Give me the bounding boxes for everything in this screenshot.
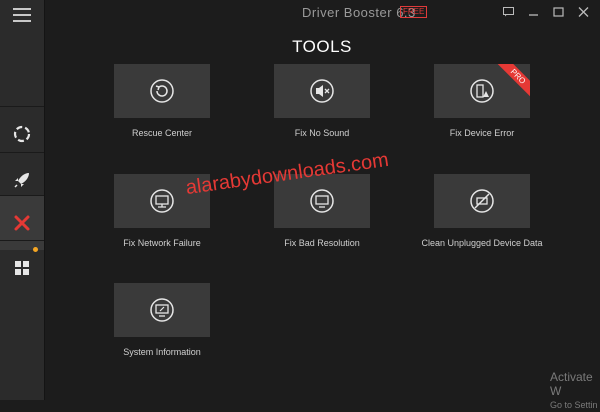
tool-label: Clean Unplugged Device Data xyxy=(421,238,543,248)
menu-icon[interactable] xyxy=(13,8,31,22)
activation-line2: Go to Settin xyxy=(550,400,598,410)
tool-label: System Information xyxy=(123,347,201,357)
page-title: TOOLS xyxy=(292,37,352,56)
grid-icon xyxy=(15,261,29,275)
tool-fix-device-error[interactable]: PRO Fix Device Error xyxy=(402,64,562,138)
lifebuoy-icon xyxy=(13,125,31,143)
tool-clean-unplugged-device-data[interactable]: Clean Unplugged Device Data xyxy=(402,174,562,248)
sidebar xyxy=(0,0,45,400)
minimize-icon[interactable] xyxy=(526,5,540,19)
tool-rescue-center[interactable]: Rescue Center xyxy=(82,64,242,138)
tool-tile[interactable] xyxy=(114,64,210,118)
tool-system-information[interactable]: System Information xyxy=(82,283,242,357)
maximize-icon[interactable] xyxy=(551,5,565,19)
notification-dot xyxy=(33,247,38,252)
network-icon xyxy=(150,189,174,213)
tool-label: Fix No Sound xyxy=(294,128,350,138)
unplugged-icon xyxy=(470,189,494,213)
windows-activation-notice: Activate W Go to Settin xyxy=(550,370,600,412)
monitor-icon xyxy=(310,189,334,213)
speaker-mute-icon xyxy=(310,79,334,103)
tool-tile[interactable] xyxy=(114,283,210,337)
sidebar-item-action-center[interactable] xyxy=(0,240,44,295)
tool-fix-no-sound[interactable]: Fix No Sound xyxy=(242,64,402,138)
tool-label: Fix Network Failure xyxy=(123,238,201,248)
feedback-icon[interactable] xyxy=(501,5,515,19)
title-bar: Driver Booster 6.3 FREE xyxy=(44,0,600,26)
close-icon[interactable] xyxy=(576,5,590,19)
rocket-icon xyxy=(14,173,29,188)
tool-tile[interactable] xyxy=(274,64,370,118)
tool-tile[interactable]: PRO xyxy=(434,64,530,118)
pro-badge: PRO xyxy=(495,64,530,99)
tool-label: Rescue Center xyxy=(131,128,193,138)
activation-line1: Activate W xyxy=(550,370,593,398)
tool-tile[interactable] xyxy=(434,174,530,228)
app-title: Driver Booster 6.3 xyxy=(302,5,416,20)
rescue-icon xyxy=(150,79,174,103)
tools-icon xyxy=(14,215,30,231)
system-info-icon xyxy=(150,298,174,322)
free-badge: FREE xyxy=(400,6,428,18)
tool-label: Fix Bad Resolution xyxy=(284,238,360,248)
tool-label: Fix Device Error xyxy=(449,128,515,138)
device-error-icon xyxy=(470,79,494,103)
